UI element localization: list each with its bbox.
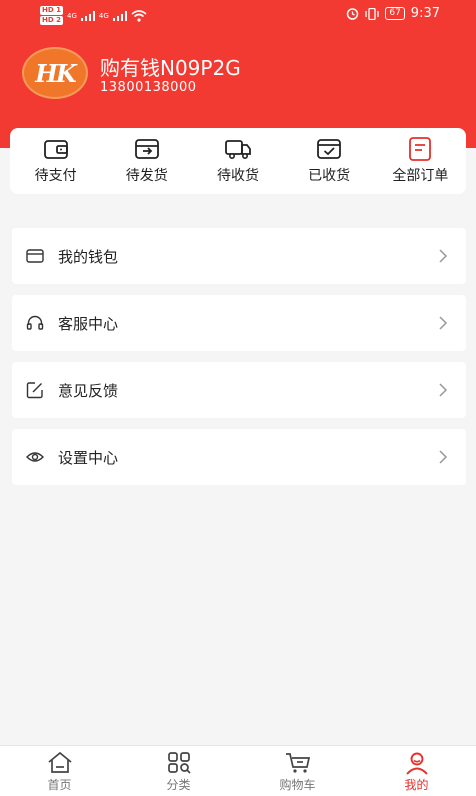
- avatar-logo-text: HK: [35, 58, 77, 88]
- tab-label: 首页: [47, 778, 72, 792]
- clock: 9:37: [410, 6, 440, 21]
- alarm-icon: [347, 8, 359, 20]
- order-all[interactable]: 全部订单: [380, 137, 460, 185]
- chevron-right-icon: [439, 383, 448, 397]
- received-check-icon: [317, 139, 342, 159]
- edit-icon: [26, 382, 43, 399]
- menu-label: 我的钱包: [58, 247, 119, 266]
- tab-label: 分类: [166, 778, 191, 792]
- menu-label: 客服中心: [58, 314, 119, 333]
- order-label: 待收货: [216, 168, 259, 184]
- sim2-badge: HD 2: [40, 16, 63, 25]
- menu-item-feedback[interactable]: 意见反馈: [12, 362, 466, 418]
- menu-list: 我的钱包 客服中心 意见反馈 设置中心: [12, 228, 466, 496]
- order-label: 全部订单: [392, 168, 449, 184]
- profile-header: HD 1 HD 2 4G 4G 67 9:37 HK 购有钱N09P2G 138…: [0, 0, 476, 148]
- user-phone: 13800138000: [100, 80, 197, 95]
- menu-label: 意见反馈: [58, 381, 119, 400]
- tab-home[interactable]: 首页: [0, 746, 119, 796]
- bottom-tabbar: 首页 分类 购物车 我的: [0, 745, 476, 796]
- tab-label: 购物车: [279, 778, 316, 792]
- wifi-icon: [131, 9, 147, 22]
- order-received[interactable]: 已收货: [289, 137, 369, 185]
- order-list-icon: [409, 137, 432, 161]
- order-pending-payment[interactable]: 待支付: [16, 137, 96, 185]
- battery-indicator: 67: [385, 7, 405, 20]
- user-name: 购有钱N09P2G: [100, 56, 241, 80]
- order-label: 已收货: [308, 168, 351, 184]
- order-label: 待发货: [125, 168, 168, 184]
- home-icon: [47, 751, 72, 773]
- menu-label: 设置中心: [58, 448, 119, 467]
- network-label: 4G: [66, 11, 77, 20]
- network-label-2: 4G: [98, 11, 109, 20]
- order-label: 待支付: [34, 168, 77, 184]
- chevron-right-icon: [439, 450, 448, 464]
- tab-cart[interactable]: 购物车: [238, 746, 357, 796]
- avatar[interactable]: HK: [22, 47, 88, 99]
- cart-icon: [285, 753, 310, 773]
- orders-card: 待支付 待发货 待收货 已收货 全部订单: [10, 128, 466, 194]
- grid-icon: [167, 752, 191, 774]
- order-pending-receipt[interactable]: 待收货: [198, 137, 278, 185]
- sim1-badge: HD 1: [40, 6, 63, 15]
- wallet-icon: [43, 140, 68, 159]
- tab-label: 我的: [404, 778, 429, 792]
- menu-item-settings[interactable]: 设置中心: [12, 429, 466, 485]
- user-icon: [405, 752, 428, 775]
- order-pending-shipment[interactable]: 待发货: [107, 137, 187, 185]
- status-right: 67 9:37: [346, 6, 440, 21]
- truck-icon: [225, 140, 251, 159]
- tab-mine[interactable]: 我的: [357, 746, 476, 796]
- signal-icon: [80, 10, 95, 21]
- menu-item-customer-service[interactable]: 客服中心: [12, 295, 466, 351]
- headset-icon: [26, 315, 44, 330]
- vibrate-icon: [365, 7, 379, 20]
- menu-item-wallet[interactable]: 我的钱包: [12, 228, 466, 284]
- status-bar: HD 1 HD 2 4G 4G 67 9:37: [0, 0, 476, 30]
- card-icon: [26, 249, 44, 263]
- chevron-right-icon: [439, 249, 448, 263]
- chevron-right-icon: [439, 316, 448, 330]
- tab-category[interactable]: 分类: [119, 746, 238, 796]
- signal-icon-2: [112, 10, 127, 21]
- eye-icon: [26, 452, 44, 462]
- box-arrow-icon: [134, 139, 159, 159]
- status-left: HD 1 HD 2 4G 4G: [40, 6, 147, 25]
